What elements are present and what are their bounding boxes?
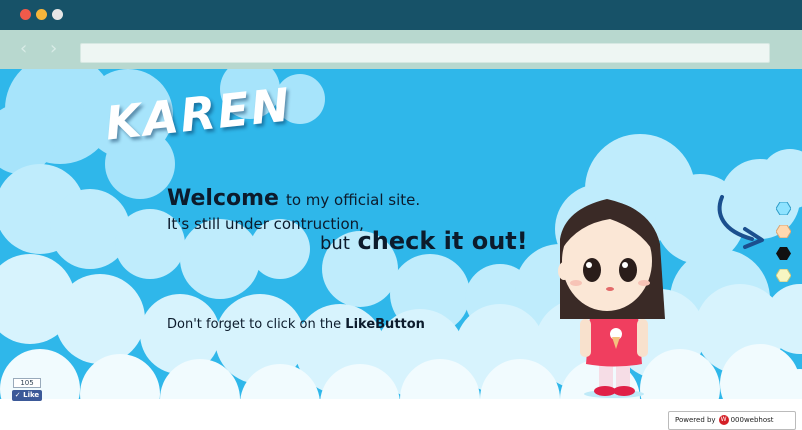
webhost-brand: 000webhost — [730, 416, 774, 424]
welcome-heading: Welcome to my official site. — [167, 186, 420, 211]
twitter-hex-icon[interactable] — [776, 202, 791, 215]
browser-window: ‹ › KAREN Welcome to my official site. I… — [0, 0, 802, 430]
like-button-mention: LikeButton — [345, 317, 425, 332]
welcome-word: Welcome — [167, 186, 279, 211]
address-bar[interactable] — [80, 43, 770, 63]
powered-by-label: Powered by — [675, 416, 716, 424]
back-arrow-icon[interactable]: ‹ — [20, 40, 27, 58]
powered-by-badge[interactable]: Powered by W 000webhost — [668, 411, 796, 430]
check-it-out-line: but check it out! — [320, 227, 528, 255]
close-dot[interactable] — [20, 9, 31, 20]
maximize-dot[interactable] — [52, 9, 63, 20]
dark-hex-icon[interactable] — [776, 247, 791, 260]
title-bar — [0, 0, 802, 30]
forward-arrow-icon[interactable]: › — [50, 40, 57, 58]
but-word: but — [320, 233, 350, 254]
facebook-like-button[interactable]: ✓ Like — [12, 390, 42, 401]
minimize-dot[interactable] — [36, 9, 47, 20]
like-reminder: Don't forget to click on the LikeButton — [167, 317, 425, 332]
webhost-logo-icon: W — [718, 415, 729, 425]
facebook-like-widget: 105 ✓ Like — [12, 378, 42, 402]
page-content: KAREN Welcome to my official site. It's … — [0, 69, 802, 430]
check-it-out-text: check it out! — [357, 227, 528, 255]
like-count: 105 — [13, 378, 41, 388]
like-reminder-prefix: Don't forget to click on the — [167, 317, 342, 332]
welcome-tagline: to my official site. — [285, 191, 421, 209]
profile-hex-icon[interactable] — [776, 225, 791, 238]
yellow-hex-icon[interactable] — [776, 269, 791, 282]
like-label: Like — [23, 391, 40, 399]
